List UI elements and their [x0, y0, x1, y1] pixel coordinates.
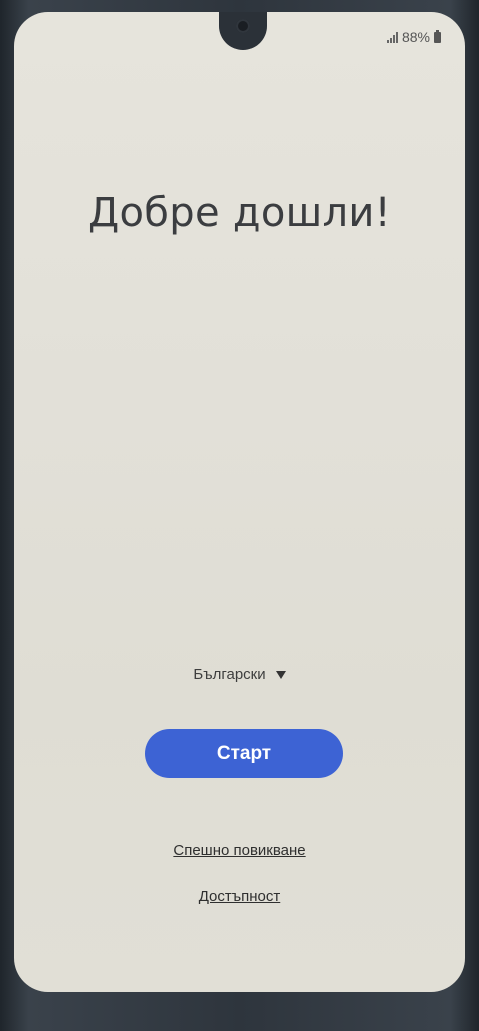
- language-selector[interactable]: Български: [14, 666, 465, 683]
- battery-percentage: 88%: [401, 29, 430, 45]
- front-camera-icon: [236, 19, 250, 33]
- setup-screen: 88% Добре дошли! Български Старт Спешно …: [14, 12, 465, 992]
- battery-icon: [434, 29, 441, 43]
- welcome-title: Добре дошли!: [87, 190, 392, 236]
- camera-notch: [219, 12, 267, 50]
- triangle-down-icon: [275, 671, 286, 679]
- emergency-call-link[interactable]: Спешно повикване: [14, 842, 465, 859]
- phone-frame: 88% Добре дошли! Български Старт Спешно …: [0, 0, 479, 1031]
- start-button[interactable]: Старт: [145, 729, 343, 778]
- signal-bars-icon: [386, 31, 398, 43]
- accessibility-link[interactable]: Достъпност: [14, 888, 465, 905]
- status-bar: 88%: [386, 29, 441, 45]
- language-selected-value: Български: [193, 666, 266, 683]
